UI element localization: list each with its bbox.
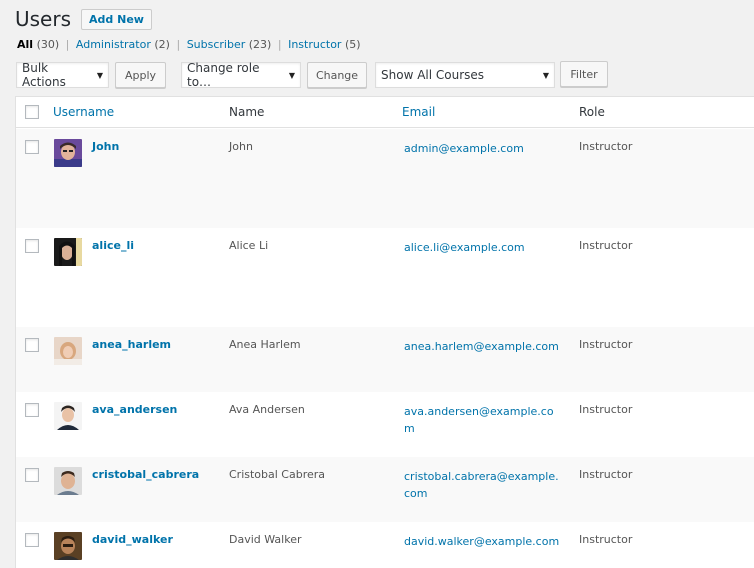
username-link[interactable]: alice_li: [92, 239, 134, 252]
table-header: Username Name Email Role: [16, 97, 754, 128]
filter-separator: |: [277, 38, 282, 51]
add-new-button[interactable]: Add New: [81, 8, 152, 30]
table-row: cristobal_cabrera Cristobal Cabrera cris…: [16, 457, 754, 522]
user-name: John: [229, 140, 253, 153]
bulk-actions-value: Bulk Actions: [22, 61, 66, 89]
column-email[interactable]: Email: [402, 105, 435, 119]
filter-button[interactable]: Filter: [560, 61, 608, 87]
filter-separator: |: [65, 38, 70, 51]
apply-button[interactable]: Apply: [115, 62, 166, 88]
filter-subscriber[interactable]: Subscriber (23): [187, 38, 272, 51]
username-link[interactable]: anea_harlem: [92, 338, 171, 351]
user-role: Instructor: [579, 533, 633, 546]
user-role: Instructor: [579, 239, 633, 252]
email-link[interactable]: alice.li@example.com: [404, 239, 564, 256]
table-row: alice_li Alice Li alice.li@example.com I…: [16, 228, 754, 327]
chevron-down-icon: ▼: [542, 70, 549, 80]
column-username[interactable]: Username: [53, 105, 114, 119]
filter-all[interactable]: All (30): [17, 38, 59, 51]
email-link[interactable]: david.walker@example.com: [404, 533, 564, 550]
email-link[interactable]: admin@example.com: [404, 140, 564, 157]
filter-administrator[interactable]: Administrator (2): [76, 38, 170, 51]
filter-instructor[interactable]: Instructor (5): [288, 38, 360, 51]
user-name: Ava Andersen: [229, 403, 305, 416]
username-link[interactable]: cristobal_cabrera: [92, 468, 199, 481]
column-role: Role: [579, 105, 605, 119]
avatar: [54, 467, 82, 495]
chevron-down-icon: ▼: [96, 70, 103, 80]
table-row: david_walker David Walker david.walker@e…: [16, 522, 754, 568]
courses-value: Show All Courses: [381, 68, 485, 82]
table-row: John John admin@example.com Instructor: [16, 129, 754, 228]
change-role-value: Change role to…: [187, 61, 260, 89]
avatar: [54, 402, 82, 430]
user-name: Cristobal Cabrera: [229, 468, 326, 481]
row-checkbox[interactable]: [25, 533, 39, 547]
user-name: Anea Harlem: [229, 338, 301, 351]
user-role: Instructor: [579, 403, 633, 416]
user-role: Instructor: [579, 338, 633, 351]
bulk-actions-select[interactable]: Bulk Actions ▼: [16, 61, 109, 89]
username-link[interactable]: david_walker: [92, 533, 173, 546]
user-role: Instructor: [579, 468, 633, 481]
username-link[interactable]: John: [92, 140, 119, 153]
chevron-down-icon: ▼: [288, 70, 295, 80]
column-name: Name: [229, 105, 265, 119]
avatar: [54, 337, 82, 365]
email-link[interactable]: ava.andersen@example.com: [404, 403, 564, 437]
row-checkbox[interactable]: [25, 403, 39, 417]
user-name: David Walker: [229, 533, 302, 546]
page-header: Users Add New: [15, 6, 152, 32]
user-name: Alice Li: [229, 239, 269, 252]
row-checkbox[interactable]: [25, 140, 39, 154]
select-all-checkbox[interactable]: [25, 105, 39, 119]
table-row: anea_harlem Anea Harlem anea.harlem@exam…: [16, 327, 754, 392]
avatar: [54, 532, 82, 560]
row-checkbox[interactable]: [25, 338, 39, 352]
email-link[interactable]: anea.harlem@example.com: [404, 338, 564, 355]
username-link[interactable]: ava_andersen: [92, 403, 177, 416]
row-checkbox[interactable]: [25, 239, 39, 253]
avatar: [54, 238, 82, 266]
table-row: ava_andersen Ava Andersen ava.andersen@e…: [16, 392, 754, 457]
change-button[interactable]: Change: [307, 62, 367, 88]
users-table: Username Name Email Role John John admin…: [15, 96, 754, 568]
filter-separator: |: [176, 38, 181, 51]
courses-select[interactable]: Show All Courses ▼: [375, 62, 555, 88]
user-role: Instructor: [579, 140, 633, 153]
page-title: Users: [15, 7, 72, 31]
role-filter-links: All (30) | Administrator (2) | Subscribe…: [17, 38, 361, 51]
avatar: [54, 139, 82, 167]
change-role-select[interactable]: Change role to… ▼: [181, 61, 301, 89]
email-link[interactable]: cristobal.cabrera@example.com: [404, 468, 564, 502]
row-checkbox[interactable]: [25, 468, 39, 482]
